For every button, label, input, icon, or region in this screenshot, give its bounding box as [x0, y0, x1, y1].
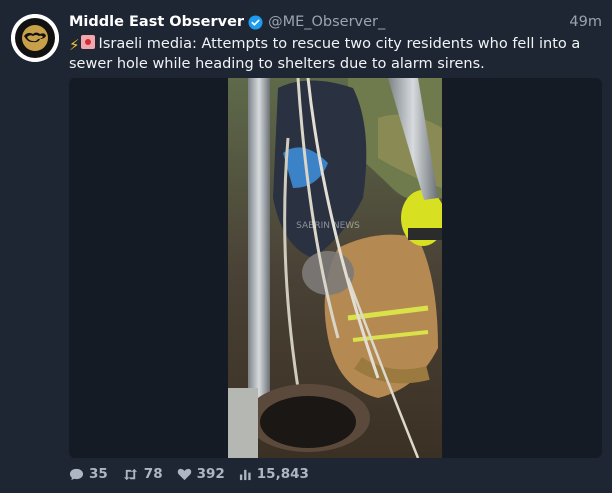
retweet-button[interactable]: 78 — [122, 466, 163, 482]
logo-icon — [11, 14, 59, 62]
tweet[interactable]: Middle East Observer @ME_Observer_ 49m ⚡… — [0, 0, 612, 493]
reply-icon — [69, 468, 84, 480]
view-count: 15,843 — [256, 466, 309, 482]
display-name[interactable]: Middle East Observer — [69, 14, 244, 30]
watermark-text: SABRIN NEWS — [296, 221, 360, 231]
retweet-icon — [123, 468, 137, 480]
verified-badge-icon — [248, 14, 263, 30]
retweet-count: 78 — [143, 466, 163, 482]
siren-icon — [80, 35, 95, 49]
handle[interactable]: @ME_Observer_ — [268, 14, 385, 30]
rescue-photo[interactable]: SABRIN NEWS — [228, 78, 442, 458]
like-count: 392 — [196, 466, 225, 482]
avatar[interactable] — [11, 14, 59, 62]
media-container[interactable]: SABRIN NEWS — [69, 78, 602, 458]
views-button[interactable]: 15,843 — [239, 466, 309, 482]
heart-icon — [177, 468, 191, 481]
tweet-text-content: Israeli media: Attempts to rescue two ci… — [69, 36, 581, 72]
tweet-text: ⚡ Israeli media: Attempts to rescue two c… — [69, 35, 589, 74]
analytics-icon — [239, 469, 251, 480]
timestamp[interactable]: 49m — [569, 14, 602, 30]
like-button[interactable]: 392 — [177, 466, 225, 482]
reply-count: 35 — [89, 466, 108, 482]
tweet-header: Middle East Observer @ME_Observer_ 49m — [69, 12, 602, 32]
tweet-actions: 35 78 392 15,843 — [69, 464, 323, 484]
reply-button[interactable]: 35 — [69, 466, 108, 482]
bolt-icon: ⚡ — [69, 36, 80, 54]
